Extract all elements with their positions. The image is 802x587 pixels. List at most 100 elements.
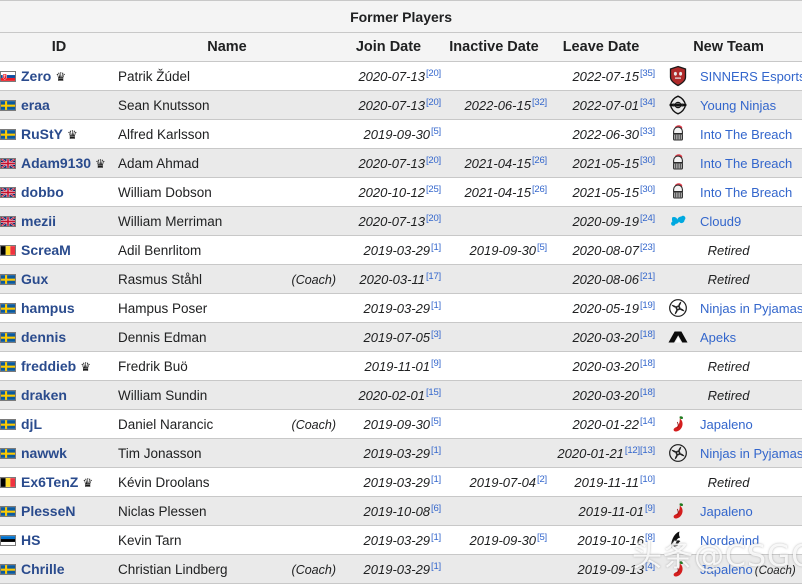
new-team-link[interactable]: Into The Breach bbox=[700, 156, 792, 171]
leave-date-reference[interactable]: [30] bbox=[640, 155, 655, 166]
leave-date-value: 2020-08-06 bbox=[572, 272, 639, 287]
player-id-link[interactable]: eraa bbox=[21, 97, 50, 113]
leave-date-reference[interactable]: [35] bbox=[640, 68, 655, 79]
inactive-date-reference[interactable]: [26] bbox=[532, 184, 547, 195]
new-team-link[interactable]: Ninjas in Pyjamas bbox=[700, 301, 802, 316]
join-date: 2019-03-29[1] bbox=[336, 468, 441, 497]
join-date-reference[interactable]: [15] bbox=[426, 387, 441, 398]
join-date-reference[interactable]: [5] bbox=[431, 126, 441, 137]
inactive-date-reference[interactable]: [32] bbox=[532, 97, 547, 108]
leave-date-reference[interactable]: [24] bbox=[640, 213, 655, 224]
inactive-date-reference[interactable]: [5] bbox=[537, 532, 547, 543]
leave-date-reference[interactable]: [19] bbox=[640, 300, 655, 311]
join-date-reference[interactable]: [20] bbox=[426, 155, 441, 166]
new-team-cell: SINNERS Esports bbox=[700, 62, 802, 91]
player-id-link[interactable]: RuStY bbox=[21, 126, 63, 142]
inactive-date-value: 2022-06-15 bbox=[464, 98, 531, 113]
player-id-link[interactable]: djL bbox=[21, 416, 42, 432]
leave-date-reference[interactable]: [23] bbox=[640, 242, 655, 253]
join-date-reference[interactable]: [1] bbox=[431, 532, 441, 543]
leave-date-reference[interactable]: [33] bbox=[640, 126, 655, 137]
join-date-reference[interactable]: [1] bbox=[431, 242, 441, 253]
player-id-link[interactable]: Ex6TenZ bbox=[21, 474, 78, 490]
player-id-link[interactable]: dennis bbox=[21, 329, 66, 345]
leave-date-reference[interactable]: [30] bbox=[640, 184, 655, 195]
leave-date-reference[interactable]: [12][13] bbox=[625, 445, 655, 456]
join-date: 2019-03-29[1] bbox=[336, 439, 441, 468]
player-id-link[interactable]: draken bbox=[21, 387, 67, 403]
player-name-cell: William Sundin bbox=[118, 381, 280, 410]
join-date-reference[interactable]: [20] bbox=[426, 213, 441, 224]
join-date: 2019-09-30[5] bbox=[336, 120, 441, 149]
player-id-link[interactable]: freddieb bbox=[21, 358, 76, 374]
join-date-reference[interactable]: [1] bbox=[431, 300, 441, 311]
leave-date-reference[interactable]: [34] bbox=[640, 97, 655, 108]
player-name: Kévin Droolans bbox=[118, 475, 210, 490]
player-id-link[interactable]: mezii bbox=[21, 213, 56, 229]
leave-date-reference[interactable]: [4] bbox=[645, 561, 655, 572]
new-team-link[interactable]: SINNERS Esports bbox=[700, 69, 802, 84]
player-name: Kevin Tarn bbox=[118, 533, 182, 548]
leave-date-reference[interactable]: [8] bbox=[645, 532, 655, 543]
join-date-reference[interactable]: [25] bbox=[426, 184, 441, 195]
new-team-link[interactable]: Japaleno bbox=[700, 417, 753, 432]
player-id-link[interactable]: Adam9130 bbox=[21, 155, 91, 171]
join-date-reference[interactable]: [5] bbox=[431, 416, 441, 427]
leave-date-value: 2021-05-15 bbox=[572, 156, 639, 171]
leave-date: 2022-07-01[34] bbox=[547, 91, 655, 120]
join-date-value: 2020-07-13 bbox=[358, 69, 425, 84]
join-date: 2020-07-13[20] bbox=[336, 149, 441, 178]
new-team-link[interactable]: Apeks bbox=[700, 330, 736, 345]
join-date: 2020-07-13[20] bbox=[336, 91, 441, 120]
inactive-date-reference[interactable]: [26] bbox=[532, 155, 547, 166]
leave-date-reference[interactable]: [21] bbox=[640, 271, 655, 282]
new-team-link[interactable]: Japaleno bbox=[700, 504, 753, 519]
inactive-date bbox=[441, 62, 547, 91]
leave-date-reference[interactable]: [14] bbox=[640, 416, 655, 427]
player-id-link[interactable]: Chrille bbox=[21, 561, 65, 577]
belgium-flag bbox=[0, 245, 16, 256]
player-id-link[interactable]: nawwk bbox=[21, 445, 67, 461]
player-id-link[interactable]: Zero bbox=[21, 68, 51, 84]
new-team-link[interactable]: Cloud9 bbox=[700, 214, 741, 229]
join-date-reference[interactable]: [20] bbox=[426, 97, 441, 108]
player-id-link[interactable]: hampus bbox=[21, 300, 75, 316]
leave-date-reference[interactable]: [9] bbox=[645, 503, 655, 514]
player-id-link[interactable]: PlesseN bbox=[21, 503, 75, 519]
player-name: Alfred Karlsson bbox=[118, 127, 210, 142]
player-name: Daniel Narancic bbox=[118, 417, 213, 432]
leave-date-reference[interactable]: [18] bbox=[640, 358, 655, 369]
inactive-date-reference[interactable]: [2] bbox=[537, 474, 547, 485]
leave-date-value: 2020-01-22 bbox=[572, 417, 639, 432]
leave-date-value: 2019-10-16 bbox=[578, 533, 645, 548]
new-team-link[interactable]: Japaleno bbox=[700, 562, 753, 577]
new-team-link[interactable]: Into The Breach bbox=[700, 185, 792, 200]
join-date-reference[interactable]: [6] bbox=[431, 503, 441, 514]
new-team-cell: Ninjas in Pyjamas bbox=[700, 439, 802, 468]
inactive-date-reference[interactable]: [5] bbox=[537, 242, 547, 253]
join-date-reference[interactable]: [1] bbox=[431, 445, 441, 456]
player-id-link[interactable]: dobbo bbox=[21, 184, 64, 200]
join-date: 2019-07-05[3] bbox=[336, 323, 441, 352]
leave-date-reference[interactable]: [18] bbox=[640, 329, 655, 340]
inactive-date-value: 2021-04-15 bbox=[464, 156, 531, 171]
join-date-reference[interactable]: [1] bbox=[431, 561, 441, 572]
new-team-link[interactable]: Nordavind bbox=[700, 533, 759, 548]
join-date-reference[interactable]: [17] bbox=[426, 271, 441, 282]
player-id-link[interactable]: ScreaM bbox=[21, 242, 71, 258]
join-date-reference[interactable]: [3] bbox=[431, 329, 441, 340]
leave-date-value: 2020-03-20 bbox=[572, 359, 639, 374]
player-id-link[interactable]: HS bbox=[21, 532, 40, 548]
leave-date-reference[interactable]: [18] bbox=[640, 387, 655, 398]
join-date-reference[interactable]: [1] bbox=[431, 474, 441, 485]
player-name-cell: Niclas Plessen bbox=[118, 497, 280, 526]
leave-date-reference[interactable]: [10] bbox=[640, 474, 655, 485]
new-team-link[interactable]: Young Ninjas bbox=[700, 98, 776, 113]
table-row: dennisDennis Edman2019-07-05[3]2020-03-2… bbox=[0, 323, 802, 352]
into-the-breach-logo bbox=[667, 152, 689, 174]
join-date-reference[interactable]: [20] bbox=[426, 68, 441, 79]
new-team-link[interactable]: Ninjas in Pyjamas bbox=[700, 446, 802, 461]
join-date-reference[interactable]: [9] bbox=[431, 358, 441, 369]
new-team-link[interactable]: Into The Breach bbox=[700, 127, 792, 142]
player-id-link[interactable]: Gux bbox=[21, 271, 48, 287]
